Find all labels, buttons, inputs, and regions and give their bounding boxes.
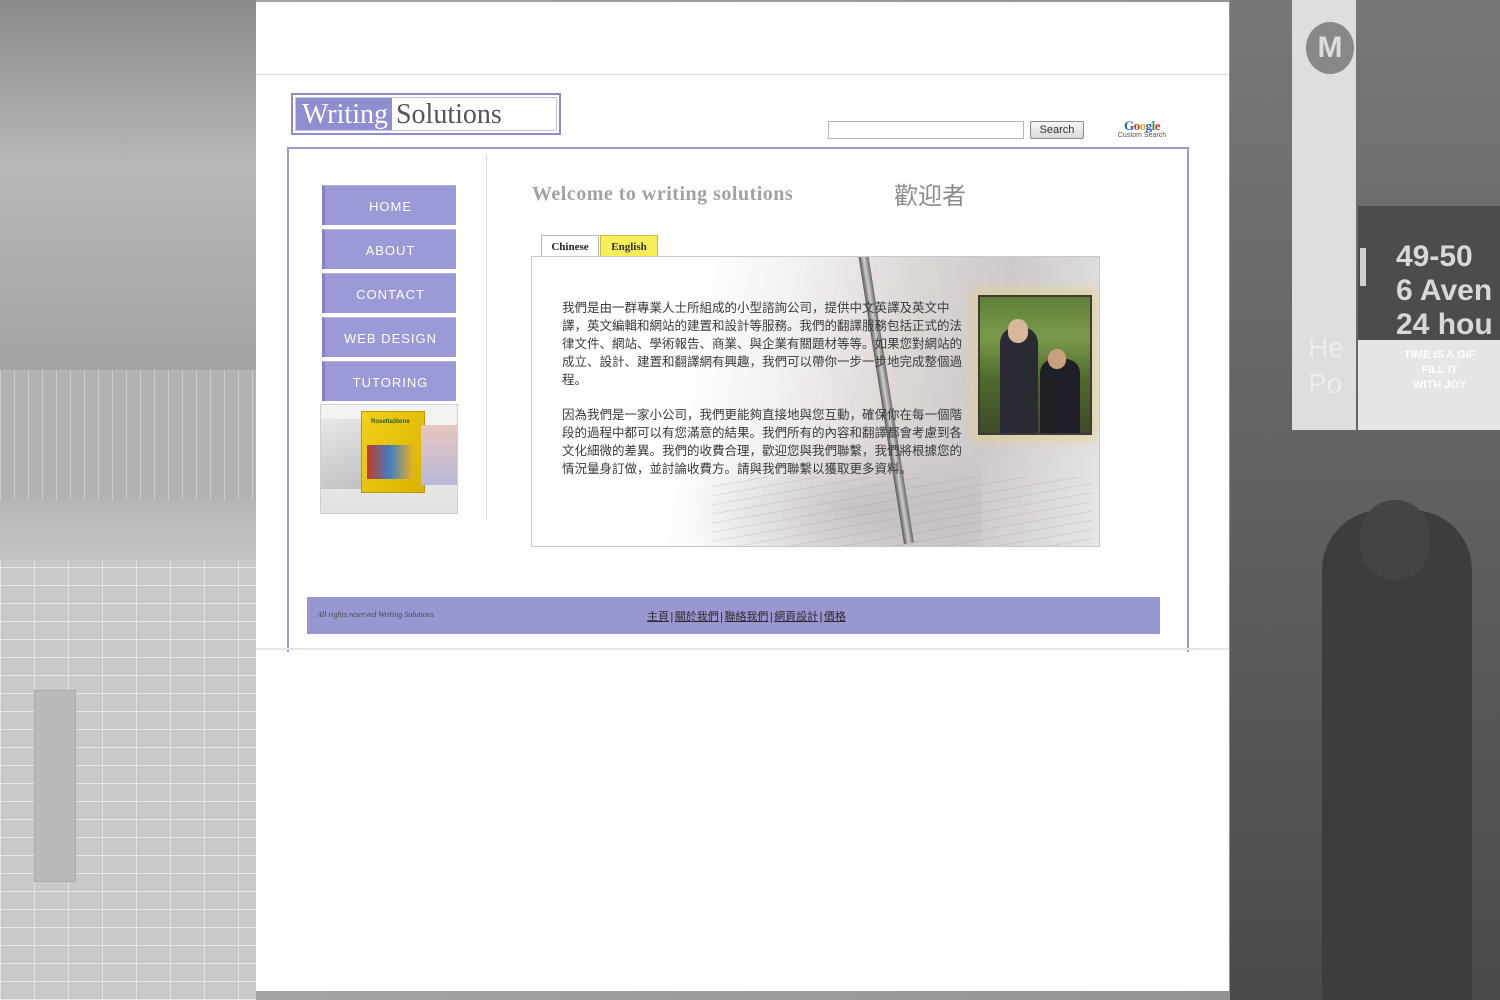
intro-text: 我們是由一群專業人士所組成的小型諮詢公司，提供中文英譯及英文中譯，英文編輯和網站… <box>562 299 970 495</box>
footer-separator: | <box>670 610 674 623</box>
site-logo[interactable]: Writing Solutions <box>291 93 561 135</box>
nav-item-contact[interactable]: CONTACT <box>322 273 456 313</box>
nav-item-about[interactable]: ABOUT <box>322 229 456 269</box>
photo-person-left <box>1000 327 1038 433</box>
footer-copyright: All rights reserved Writing Solutions <box>317 610 435 619</box>
google-custom-search-logo: Google Custom Search <box>1107 118 1177 139</box>
metro-logo-icon: M <box>1306 22 1354 74</box>
product-background <box>421 425 457 485</box>
content-panel: 我們是由一群專業人士所組成的小型諮詢公司，提供中文英譯及英文中譯，英文編輯和網站… <box>531 256 1100 547</box>
search-button[interactable]: Search <box>1030 121 1084 139</box>
footer-separator: | <box>719 610 724 623</box>
photo-head-left <box>1008 319 1028 343</box>
search-input[interactable] <box>828 121 1024 139</box>
bg-person-head <box>1360 500 1430 580</box>
bg-faint-text: He Po <box>1308 332 1344 399</box>
nav-item-web-design[interactable]: WEB DESIGN <box>322 317 456 357</box>
footer-links: 主頁|關於我們|聯絡我們|網頁設計|價格 <box>647 608 846 624</box>
footer-link-web-design[interactable]: 網頁設計 <box>774 610 818 623</box>
bg-platform-wall <box>0 370 256 500</box>
tab-english[interactable]: English <box>600 235 658 257</box>
sidebar-divider <box>486 154 487 520</box>
welcome-heading: Welcome to writing solutions <box>532 183 794 205</box>
intro-paragraph-2: 因為我們是一家小公司，我們更能夠直接地與您互動，確保你在每一個階段的過程中都可以… <box>562 407 963 476</box>
tab-chinese[interactable]: Chinese <box>541 235 599 257</box>
product-image[interactable]: RosettaStone <box>320 404 458 514</box>
product-cover-art <box>367 445 413 479</box>
nav-item-home[interactable]: HOME <box>322 185 456 225</box>
intro-paragraph-1: 我們是由一群專業人士所組成的小型諮詢公司，提供中文英譯及英文中譯，英文編輯和網站… <box>562 300 963 387</box>
photo-head-right <box>1048 349 1066 369</box>
footer-link-about[interactable]: 關於我們 <box>675 610 719 623</box>
bottom-divider <box>256 648 1229 650</box>
bg-ad-text: TIME IS A GIF FILL IT WITH JOY <box>1404 349 1476 391</box>
team-photo <box>978 295 1092 435</box>
logo-inner: Writing Solutions <box>295 97 557 131</box>
google-sub-label: Custom Search <box>1117 132 1167 139</box>
product-label: RosettaStone <box>371 419 410 425</box>
top-divider <box>256 74 1229 75</box>
photo-person-right <box>1040 359 1080 433</box>
bg-door <box>34 690 76 882</box>
logo-word-solutions: Solutions <box>395 99 502 130</box>
sidebar-nav: HOME ABOUT CONTACT WEB DESIGN TUTORING <box>322 185 456 405</box>
bg-sign-arrow <box>1360 248 1392 286</box>
logo-word-writing: Writing <box>296 98 392 130</box>
footer-separator: | <box>769 610 774 623</box>
product-side-panel <box>321 419 365 489</box>
bg-sign-text: 49-50 6 Aven 24 hou <box>1396 240 1493 341</box>
website-page: Writing Solutions Search Google Custom S… <box>256 2 1229 991</box>
footer-link-pricing[interactable]: 價格 <box>824 610 846 623</box>
footer-link-contact[interactable]: 聯絡我們 <box>724 610 768 623</box>
nav-item-tutoring[interactable]: TUTORING <box>322 361 456 401</box>
welcome-heading-chinese: 歡迎者 <box>894 182 966 210</box>
footer-separator: | <box>819 610 823 623</box>
bg-person <box>1322 510 1472 1000</box>
footer-bar: All rights reserved Writing Solutions 主頁… <box>307 597 1160 634</box>
footer-link-home[interactable]: 主頁 <box>647 610 669 623</box>
